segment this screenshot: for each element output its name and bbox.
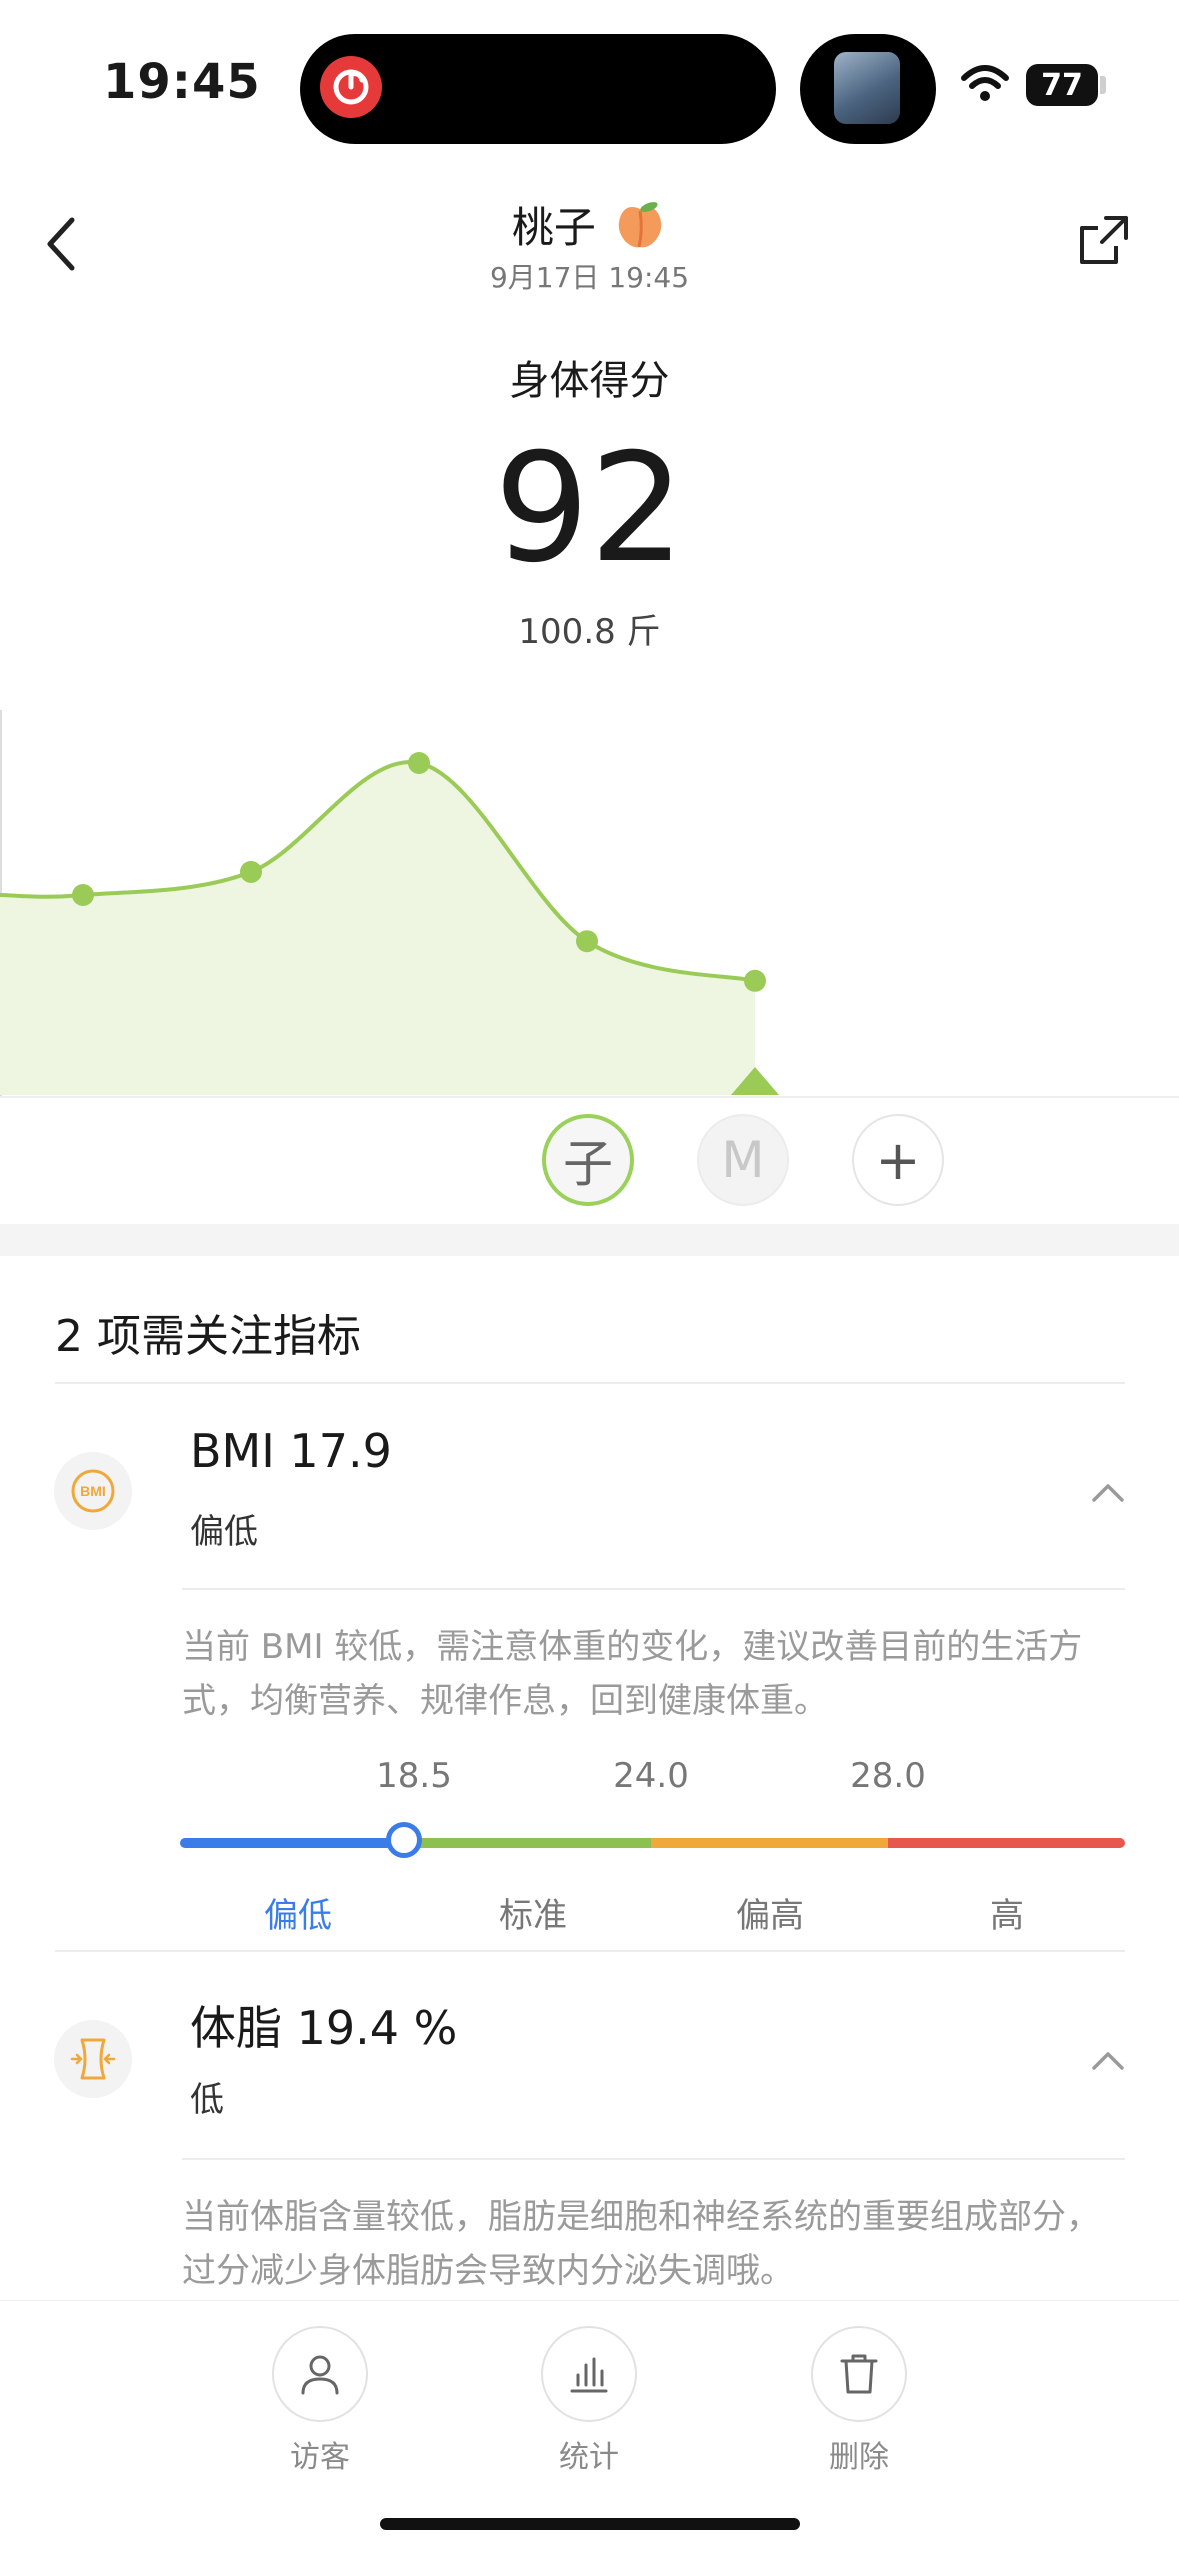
stats-button[interactable]: [541, 2326, 637, 2422]
body-fat-description: 当前体脂含量较低，脂肪是细胞和神经系统的重要组成部分，过分减少身体脂肪会导致内分…: [182, 2197, 1100, 2291]
profile-name-text: 桃子: [511, 203, 596, 252]
chart-baseline: [0, 1096, 1179, 1098]
bmi-description: 当前 BMI 较低，需注意体重的变化，建议改善目前的生活方式，均衡营养、规律作息…: [182, 1627, 1083, 1721]
chart-data-point[interactable]: [72, 884, 94, 906]
body-fat-title: 体脂 19.4 %: [190, 2001, 458, 2055]
scale-label-high: 偏高: [736, 1896, 804, 1936]
bmi-icon-text: BMI: [80, 1483, 106, 1499]
profile-chip-selected[interactable]: 子: [542, 1114, 634, 1206]
scale-label-very-high: 高: [990, 1896, 1024, 1936]
scale-tick: 18.5: [376, 1756, 452, 1796]
chart-data-point[interactable]: [744, 969, 766, 992]
peach-icon: [613, 201, 667, 261]
body-fat-status: 低: [190, 2080, 224, 2120]
scale-segment-low: [180, 1838, 414, 1848]
profile-name: 桃子: [0, 194, 1179, 261]
measure-date: 9月17日 19:45: [489, 261, 690, 294]
scale-label-low: 偏低: [264, 1896, 332, 1936]
battery-level: 77: [1041, 67, 1083, 103]
body-fat-icon: [54, 2020, 132, 2098]
bmi-title: BMI 17.9: [190, 1424, 392, 1478]
chart-area-fill: [0, 762, 755, 1095]
collapse-chevron-icon[interactable]: [1090, 2048, 1126, 2076]
divider: [55, 1950, 1125, 1952]
divider: [182, 1588, 1125, 1590]
chart-data-point[interactable]: [408, 752, 430, 774]
scale-tick: 24.0: [613, 1756, 689, 1796]
weight-trend-chart[interactable]: [0, 700, 1179, 1100]
scale-label-normal: 标准: [499, 1896, 567, 1936]
section-divider: [0, 1224, 1179, 1256]
attention-title: 2 项需关注指标: [55, 1311, 361, 1362]
bmi-scale-thumb: [386, 1822, 422, 1858]
divider: [55, 1382, 1125, 1384]
home-indicator[interactable]: [380, 2518, 800, 2530]
album-cover-icon: [834, 52, 900, 124]
status-time: 19:45: [103, 54, 261, 110]
bar-chart-icon: [570, 2357, 608, 2393]
scale-segment-high: [651, 1838, 888, 1848]
collapse-chevron-icon[interactable]: [1090, 1480, 1126, 1508]
scale-tick: 28.0: [850, 1756, 926, 1796]
chart-data-point[interactable]: [240, 860, 262, 883]
delete-label: 删除: [829, 2440, 889, 2475]
score-label: 身体得分: [509, 358, 670, 404]
battery-icon: 77: [1026, 64, 1098, 106]
divider: [182, 2158, 1125, 2160]
weight-value: 100.8 斤: [518, 612, 661, 652]
chart-data-point[interactable]: [576, 930, 598, 953]
wifi-icon: [960, 64, 1010, 108]
add-profile-button[interactable]: +: [852, 1114, 944, 1206]
stats-label: 统计: [559, 2440, 619, 2475]
score-value: 92: [494, 422, 685, 596]
share-button[interactable]: [1076, 212, 1132, 272]
netease-music-icon[interactable]: [320, 56, 382, 118]
visitor-label: 访客: [290, 2440, 350, 2475]
scale-segment-normal: [414, 1838, 651, 1848]
bmi-status: 偏低: [190, 1512, 258, 1552]
profile-chip-m[interactable]: M: [697, 1114, 789, 1206]
bmi-icon: BMI: [54, 1452, 132, 1530]
person-icon: [301, 2355, 339, 2395]
battery-cap: [1100, 76, 1106, 94]
delete-button[interactable]: [811, 2326, 907, 2422]
scale-segment-very-high: [888, 1838, 1125, 1848]
trash-icon: [840, 2354, 878, 2394]
visitor-button[interactable]: [272, 2326, 368, 2422]
